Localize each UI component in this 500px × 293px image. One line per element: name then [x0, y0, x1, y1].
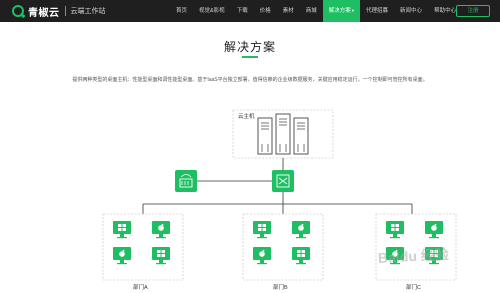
chevron-down-icon: ▾	[351, 8, 355, 13]
logo-icon	[12, 5, 24, 17]
title-underline	[242, 56, 258, 58]
router-icon	[175, 170, 197, 192]
nav-item-news[interactable]: 新闻中心	[394, 0, 428, 22]
watermark: Baidu 经验	[377, 246, 450, 266]
nav-item-solutions-label: 解决方案	[328, 8, 351, 14]
nav-item-mall[interactable]: 商城	[300, 0, 323, 22]
cloud-host-label: 云主机	[238, 112, 255, 120]
brand-subtitle: 云端工作站	[70, 8, 106, 15]
top-nav-bar: 青椒云 云端工作站 首页 视觉&影视 下载 价格 素材 商城 解决方案▾ 代理招…	[0, 0, 500, 22]
switch-icon	[272, 170, 294, 192]
apple-monitor-icon	[292, 221, 310, 239]
windows-monitor-icon	[386, 221, 404, 239]
department-b-label: 部门B	[273, 285, 288, 291]
nav-item-vision[interactable]: 视觉&影视	[193, 0, 231, 22]
apple-monitor-icon	[425, 221, 443, 239]
windows-monitor-icon	[253, 221, 271, 239]
nav-item-price[interactable]: 价格	[254, 0, 277, 22]
server-icon	[293, 117, 309, 155]
page-title: 解决方案	[223, 40, 276, 54]
nav-item-material[interactable]: 素材	[277, 0, 300, 22]
signup-button[interactable]: 注册	[456, 5, 490, 17]
server-icon	[257, 117, 273, 155]
department-c-label: 部门C	[406, 285, 421, 291]
brand-logo[interactable]: 青椒云 云端工作站	[12, 4, 106, 19]
nav-item-solutions[interactable]: 解决方案▾	[322, 0, 361, 22]
nav-item-download[interactable]: 下载	[231, 0, 254, 22]
apple-monitor-icon	[253, 247, 271, 265]
brand-name: 青椒云	[28, 7, 60, 19]
server-icon	[275, 113, 291, 155]
department-a-label: 部门A	[133, 285, 148, 291]
windows-monitor-icon	[113, 221, 131, 239]
nav-item-agent[interactable]: 代理招募	[360, 0, 394, 22]
nav-item-home[interactable]: 首页	[170, 0, 193, 22]
main-nav: 首页 视觉&影视 下载 价格 素材 商城 解决方案▾ 代理招募 新闻中心 帮助中…	[170, 0, 462, 22]
apple-monitor-icon	[113, 247, 131, 265]
windows-monitor-icon	[152, 247, 170, 265]
brand-divider	[64, 6, 66, 16]
windows-monitor-icon	[292, 247, 310, 265]
apple-monitor-icon	[152, 221, 170, 239]
page-description: 提供两种类型的桌面主机：性能型桌面和调性能型桌面。基于IaaS平台独立部署，值得…	[72, 77, 428, 83]
